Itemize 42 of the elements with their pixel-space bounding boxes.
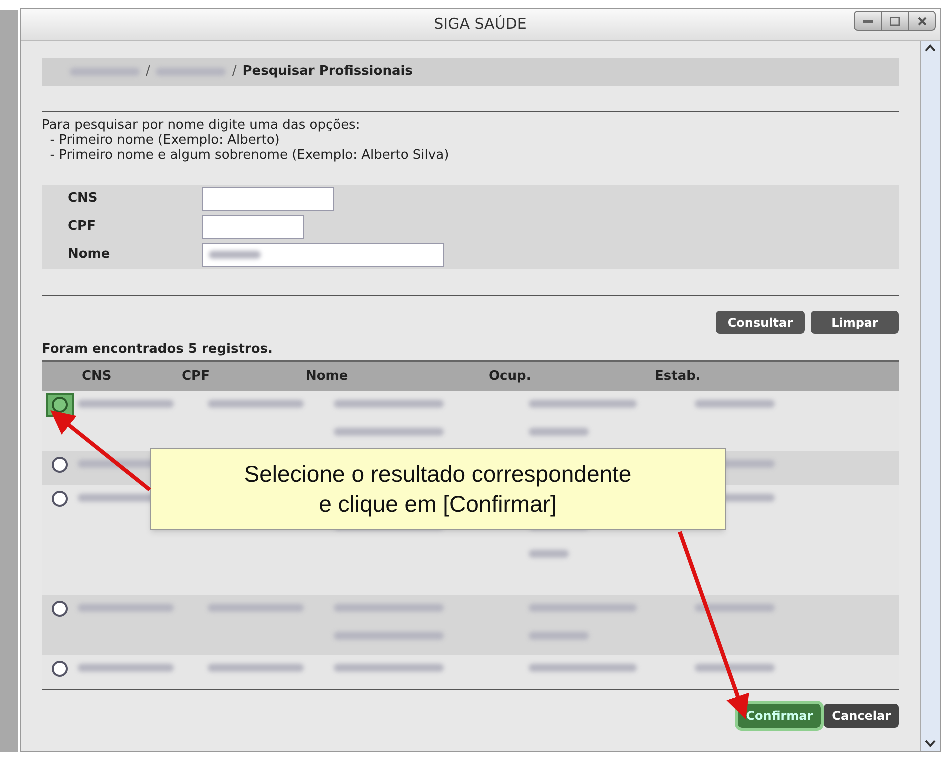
radio-button[interactable] xyxy=(52,457,68,473)
window-title: SIGA SAÚDE xyxy=(434,14,527,36)
close-button[interactable] xyxy=(908,11,936,31)
blurred-text xyxy=(156,68,226,76)
breadcrumb-current: Pesquisar Profissionais xyxy=(242,63,413,82)
result-count: Foram encontrados 5 registros. xyxy=(42,342,274,358)
radio-button[interactable] xyxy=(52,397,68,413)
field-label: CPF xyxy=(67,218,97,236)
instruction-text: Para pesquisar por nome digite uma das opções: xyxy=(42,118,362,133)
input-field[interactable] xyxy=(202,243,444,267)
blurred-text xyxy=(529,632,589,640)
footer-button[interactable]: Cancelar xyxy=(824,704,899,728)
callout-text: Selecione o resultado correspondente xyxy=(244,460,632,489)
column-header: CPF xyxy=(181,368,211,386)
minimize-button[interactable] xyxy=(854,11,882,31)
close-icon xyxy=(918,16,926,26)
breadcrumb-separator: / xyxy=(232,63,237,82)
maximize-button[interactable] xyxy=(882,11,908,31)
minimize-icon xyxy=(863,20,873,22)
action-button[interactable]: Consultar xyxy=(716,311,805,334)
blurred-text xyxy=(529,550,569,558)
instruction-text: - Primeiro nome (Exemplo: Alberto) xyxy=(49,133,281,148)
column-header: Nome xyxy=(305,368,350,386)
radio-button[interactable] xyxy=(52,491,68,507)
column-header: Ocup. xyxy=(489,368,532,386)
blurred-text xyxy=(70,68,140,76)
blurred-text xyxy=(209,251,261,259)
column-header: CNS xyxy=(81,368,113,386)
footer-button[interactable]: Confirmar xyxy=(738,704,822,728)
field-label: CNS xyxy=(67,190,99,208)
action-button[interactable]: Limpar xyxy=(811,311,899,334)
callout-text: e clique em [Confirmar] xyxy=(319,490,557,519)
input-field[interactable] xyxy=(202,187,334,211)
instruction-text: - Primeiro nome e algum sobrenome (Exemplo: Alberto Silva) xyxy=(49,148,450,163)
radio-button[interactable] xyxy=(52,661,68,677)
maximize-icon xyxy=(890,16,900,26)
breadcrumb-separator: / xyxy=(146,63,150,82)
radio-button[interactable] xyxy=(52,601,68,617)
input-field[interactable] xyxy=(202,215,304,239)
blurred-text xyxy=(529,428,589,436)
column-header: Estab. xyxy=(655,368,702,386)
field-label: Nome xyxy=(67,246,112,264)
